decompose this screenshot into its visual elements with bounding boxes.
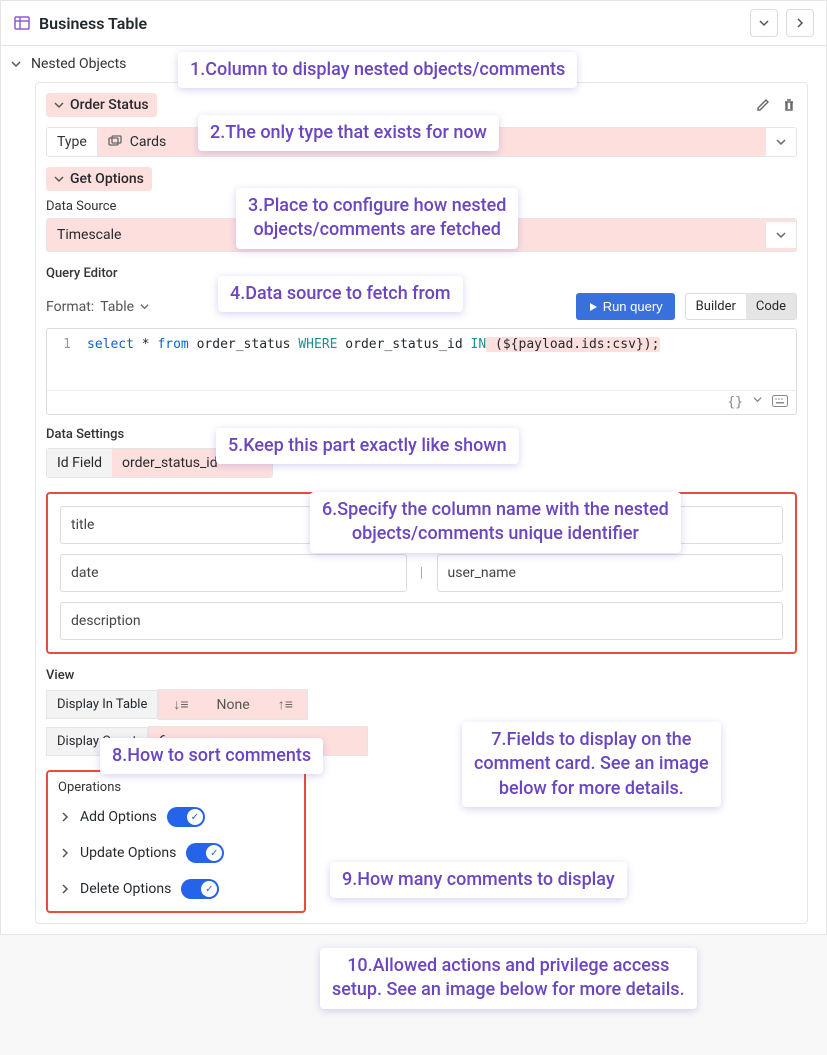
format-value[interactable]: Table [100, 299, 134, 315]
view-title: View [46, 668, 797, 683]
sql-content[interactable]: select * from order_status WHERE order_s… [87, 337, 796, 352]
operations-box: Operations Add Options Update Options De… [46, 770, 306, 913]
order-status-label: Order Status [70, 97, 149, 113]
panel-collapse-button[interactable] [750, 9, 778, 37]
order-status-row: Order Status [46, 93, 797, 117]
builder-code-toggle[interactable]: Builder Code [685, 293, 797, 320]
nested-objects-label: Nested Objects [31, 56, 126, 72]
sort-desc-icon[interactable]: ↓≡ [159, 690, 202, 719]
annotation-8: 8.How to sort comments [100, 738, 323, 774]
run-query-label: Run query [603, 299, 663, 314]
builder-tab[interactable]: Builder [686, 294, 746, 319]
delete-options-row[interactable]: Delete Options [58, 871, 294, 907]
code-editor-footer: {} [47, 390, 796, 414]
field-separator: | [407, 554, 437, 592]
braces-icon[interactable]: {} [727, 395, 743, 410]
cards-icon [108, 135, 122, 149]
update-options-toggle[interactable] [186, 843, 224, 863]
chevron-down-icon [54, 174, 64, 184]
order-status-pill[interactable]: Order Status [46, 93, 157, 117]
update-options-row[interactable]: Update Options [58, 835, 294, 871]
chevron-down-icon[interactable] [140, 302, 149, 311]
delete-icon[interactable] [781, 97, 797, 113]
panel-title: Business Table [39, 14, 742, 33]
edit-icon[interactable] [755, 97, 771, 113]
operations-title: Operations [58, 780, 294, 795]
sort-asc-icon[interactable]: ↑≡ [264, 690, 307, 719]
annotation-2: 2.The only type that exists for now [198, 115, 499, 151]
get-options-label: Get Options [70, 171, 144, 187]
field-date-input[interactable]: date [60, 554, 407, 592]
annotation-6: 6.Specify the column name with the neste… [310, 492, 681, 553]
display-in-table-label: Display In Table [46, 690, 158, 719]
chevron-right-icon[interactable] [60, 884, 70, 894]
annotation-7: 7.Fields to display on the comment card.… [462, 722, 721, 807]
query-code-editor[interactable]: 1 select * from order_status WHERE order… [46, 328, 797, 415]
annotation-3: 3.Place to configure how nested objects/… [236, 188, 518, 249]
field-description-input[interactable]: description [60, 602, 783, 640]
chevron-right-icon[interactable] [60, 812, 70, 822]
table-icon [13, 14, 31, 32]
panel-header: Business Table [0, 0, 827, 46]
delete-options-toggle[interactable] [181, 879, 219, 899]
type-value-text: Cards [130, 134, 166, 150]
delete-options-label: Delete Options [80, 881, 171, 897]
field-username-input[interactable]: user_name [437, 554, 784, 592]
chevron-down-icon [54, 100, 64, 110]
update-options-label: Update Options [80, 845, 176, 861]
id-field-label: Id Field [47, 449, 112, 477]
chevron-down-icon[interactable] [753, 395, 762, 410]
type-label: Type [47, 128, 98, 156]
get-options-pill[interactable]: Get Options [46, 167, 152, 191]
annotation-1: 1.Column to display nested objects/comme… [178, 52, 577, 88]
annotation-4: 4.Data source to fetch from [218, 276, 463, 312]
format-label: Format: [46, 299, 94, 315]
chevron-down-icon[interactable] [766, 131, 796, 153]
annotation-5: 5.Keep this part exactly like shown [216, 428, 519, 464]
add-options-label: Add Options [80, 809, 157, 825]
panel-next-button[interactable] [786, 9, 814, 37]
add-options-row[interactable]: Add Options [58, 799, 294, 835]
line-number: 1 [47, 337, 87, 352]
play-icon [588, 302, 598, 312]
annotation-10: 10.Allowed actions and privilege access … [320, 948, 697, 1009]
run-query-button[interactable]: Run query [576, 293, 675, 320]
annotation-9: 9.How many comments to display [330, 862, 627, 898]
sort-toggle[interactable]: ↓≡ None ↑≡ [158, 689, 307, 720]
chevron-down-icon[interactable] [765, 222, 796, 248]
chevron-right-icon[interactable] [60, 848, 70, 858]
sort-none[interactable]: None [203, 690, 264, 719]
chevron-down-icon[interactable] [9, 59, 23, 69]
keyboard-icon[interactable] [772, 395, 788, 410]
add-options-toggle[interactable] [167, 807, 205, 827]
code-tab[interactable]: Code [746, 294, 796, 319]
